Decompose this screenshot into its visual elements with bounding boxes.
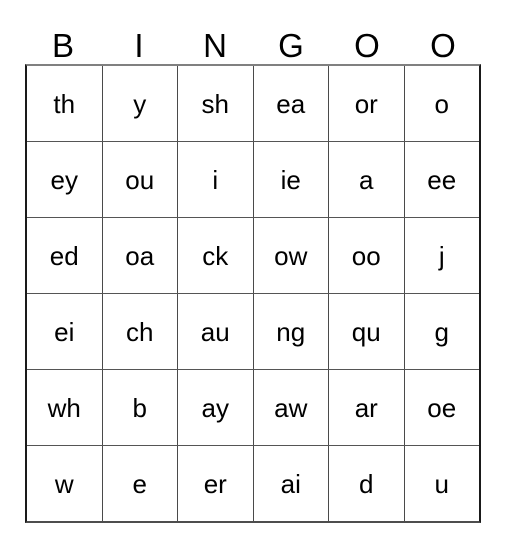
bingo-cell[interactable]: oa — [101, 218, 177, 293]
bingo-cell[interactable]: o — [403, 66, 479, 141]
bingo-cell[interactable]: sh — [177, 66, 253, 141]
bingo-row: ei ch au ng qu g — [27, 293, 479, 369]
bingo-cell[interactable]: ee — [403, 142, 479, 217]
bingo-header-letter-2: N — [203, 27, 227, 64]
bingo-cell[interactable]: wh — [27, 370, 102, 445]
bingo-cell[interactable]: j — [403, 218, 479, 293]
bingo-header-letter-4: O — [354, 27, 380, 64]
bingo-row: w e er ai d u — [27, 445, 479, 521]
bingo-cell[interactable]: ed — [27, 218, 102, 293]
bingo-cell[interactable]: oe — [403, 370, 479, 445]
bingo-cell[interactable]: oo — [328, 218, 404, 293]
bingo-header-letter-3: G — [278, 27, 304, 64]
bingo-cell[interactable]: e — [101, 446, 177, 521]
bingo-cell[interactable]: ow — [252, 218, 328, 293]
bingo-cell[interactable]: ei — [27, 294, 102, 369]
bingo-cell[interactable]: qu — [328, 294, 404, 369]
bingo-cell[interactable]: ou — [101, 142, 177, 217]
bingo-header-row: B I N G O O — [25, 24, 481, 64]
bingo-cell[interactable]: ar — [328, 370, 404, 445]
bingo-cell[interactable]: er — [177, 446, 253, 521]
bingo-row: ed oa ck ow oo j — [27, 217, 479, 293]
bingo-row: wh b ay aw ar oe — [27, 369, 479, 445]
bingo-cell[interactable]: ai — [252, 446, 328, 521]
bingo-cell[interactable]: aw — [252, 370, 328, 445]
bingo-cell[interactable]: au — [177, 294, 253, 369]
bingo-row: ey ou i ie a ee — [27, 141, 479, 217]
bingo-cell[interactable]: u — [403, 446, 479, 521]
bingo-cell[interactable]: ck — [177, 218, 253, 293]
bingo-cell[interactable]: a — [328, 142, 404, 217]
bingo-row: th y sh ea or o — [27, 66, 479, 141]
bingo-cell[interactable]: i — [177, 142, 253, 217]
bingo-cell[interactable]: or — [328, 66, 404, 141]
bingo-cell[interactable]: ea — [252, 66, 328, 141]
bingo-cell[interactable]: b — [101, 370, 177, 445]
bingo-cell[interactable]: ch — [101, 294, 177, 369]
bingo-cell[interactable]: y — [101, 66, 177, 141]
bingo-card: B I N G O O th y sh ea or o ey ou i ie a… — [25, 24, 481, 523]
bingo-header-letter-5: O — [430, 27, 456, 64]
bingo-cell[interactable]: ey — [27, 142, 102, 217]
bingo-header-letter-0: B — [51, 27, 74, 64]
bingo-cell[interactable]: th — [27, 66, 102, 141]
bingo-cell[interactable]: ng — [252, 294, 328, 369]
bingo-header-letter-1: I — [134, 27, 144, 64]
bingo-cell[interactable]: ie — [252, 142, 328, 217]
bingo-cell[interactable]: g — [403, 294, 479, 369]
bingo-cell[interactable]: w — [27, 446, 102, 521]
bingo-cell[interactable]: ay — [177, 370, 253, 445]
bingo-grid: th y sh ea or o ey ou i ie a ee ed oa ck… — [25, 64, 481, 523]
bingo-cell[interactable]: d — [328, 446, 404, 521]
